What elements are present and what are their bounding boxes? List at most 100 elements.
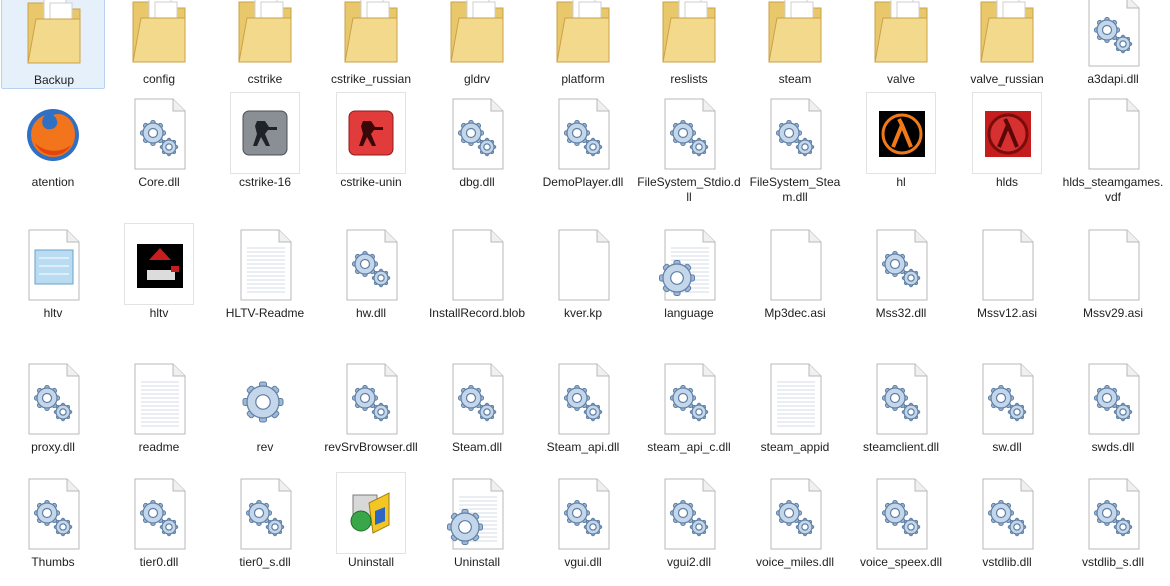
file-item[interactable]: sw.dll (955, 358, 1059, 470)
file-item[interactable]: platform (531, 0, 635, 89)
file-item-label: readme (138, 440, 180, 454)
text-file-icon (127, 360, 191, 436)
file-item[interactable]: hl (849, 92, 953, 205)
file-item[interactable]: Mssv29.asi (1061, 224, 1165, 336)
uninstaller-icon (336, 472, 406, 554)
file-item[interactable]: Mp3dec.asi (743, 224, 847, 336)
file-item[interactable]: cstrike-unin (319, 92, 423, 205)
file-item[interactable]: voice_speex.dll (849, 473, 953, 585)
folder-icon (869, 0, 933, 68)
file-item[interactable]: tier0_s.dll (213, 473, 317, 585)
file-item[interactable]: vgui.dll (531, 473, 635, 585)
file-item[interactable]: hlds (955, 92, 1059, 205)
blank-file-icon (551, 226, 615, 302)
file-item[interactable]: a3dapi.dll (1061, 0, 1165, 89)
file-item[interactable]: config (107, 0, 211, 89)
folder-icon (975, 0, 1039, 68)
dll-gear-icon (127, 475, 191, 551)
file-item-label: FileSystem_Stdio.dll (637, 175, 741, 204)
file-item-label: Core.dll (138, 175, 180, 189)
file-item[interactable]: swds.dll (1061, 358, 1165, 470)
folder-icon (445, 0, 509, 68)
file-item-label: voice_miles.dll (755, 555, 835, 569)
file-item-label: swds.dll (1091, 440, 1135, 454)
file-item[interactable]: steam_appid (743, 358, 847, 470)
file-item[interactable]: cstrike_russian (319, 0, 423, 89)
file-item[interactable]: revSrvBrowser.dll (319, 358, 423, 470)
file-item[interactable]: cstrike (213, 0, 317, 89)
file-item-label: tier0.dll (139, 555, 179, 569)
file-item[interactable]: hlds_steamgames.vdf (1061, 93, 1165, 205)
file-item[interactable]: readme (107, 358, 211, 470)
dll-gear-icon (1081, 475, 1145, 551)
file-item[interactable]: steamclient.dll (849, 358, 953, 470)
file-item-label: language (664, 306, 714, 320)
file-item-label: Mss32.dll (875, 306, 927, 320)
file-item-label: InstallRecord.blob (428, 306, 526, 320)
file-item[interactable]: FileSystem_Steam.dll (743, 93, 847, 205)
file-item[interactable]: steam (743, 0, 847, 89)
file-item[interactable]: Uninstall (319, 472, 423, 585)
file-item[interactable]: vgui2.dll (637, 473, 741, 585)
folder-icon (127, 0, 191, 68)
file-item[interactable]: hltv (107, 223, 211, 336)
dll-gear-icon (21, 475, 85, 551)
folder-icon (657, 0, 721, 68)
file-item[interactable]: Uninstall (425, 473, 529, 585)
dll-gear-icon (975, 360, 1039, 436)
file-item[interactable]: Core.dll (107, 93, 211, 205)
file-item[interactable]: HLTV-Readme (213, 224, 317, 336)
dll-gear-icon (763, 475, 827, 551)
file-item[interactable]: FileSystem_Stdio.dll (637, 93, 741, 205)
file-item[interactable]: gldrv (425, 0, 529, 89)
file-item[interactable]: language (637, 224, 741, 336)
file-item[interactable]: Backup (1, 0, 105, 89)
file-item[interactable]: valve_russian (955, 0, 1059, 89)
dll-gear-icon (763, 95, 827, 171)
file-item[interactable]: proxy.dll (1, 358, 105, 470)
hltv-app-icon (124, 223, 194, 305)
dll-gear-icon (869, 360, 933, 436)
file-item-label: FileSystem_Steam.dll (749, 175, 841, 204)
file-item[interactable]: hltv (1, 224, 105, 336)
file-item[interactable]: Steam_api.dll (531, 358, 635, 470)
file-item[interactable]: rev (213, 358, 317, 470)
half-life-orange-icon (866, 92, 936, 174)
file-item[interactable]: vstdlib_s.dll (1061, 473, 1165, 585)
file-item-label: hlds (995, 175, 1018, 189)
file-item[interactable]: dbg.dll (425, 93, 529, 205)
file-item[interactable]: DemoPlayer.dll (531, 93, 635, 205)
file-item[interactable]: valve (849, 0, 953, 89)
file-item[interactable]: cstrike-16 (213, 92, 317, 205)
blank-file-icon (975, 226, 1039, 302)
file-item[interactable]: Mss32.dll (849, 224, 953, 336)
file-item[interactable]: hw.dll (319, 224, 423, 336)
file-item[interactable]: tier0.dll (107, 473, 211, 585)
dll-gear-icon (1081, 360, 1145, 436)
file-item[interactable]: atention (1, 93, 105, 205)
dll-gear-icon (127, 95, 191, 171)
file-item-label: vstdlib.dll (982, 555, 1032, 569)
file-item[interactable]: reslists (637, 0, 741, 89)
file-item-label: platform (561, 72, 605, 86)
file-item[interactable]: Mssv12.asi (955, 224, 1059, 336)
dll-gear-icon (869, 475, 933, 551)
file-item-label: steam_api_c.dll (647, 440, 731, 454)
file-item[interactable]: steam_api_c.dll (637, 358, 741, 470)
file-item-label: proxy.dll (31, 440, 75, 454)
file-item-label: tier0_s.dll (239, 555, 291, 569)
file-item[interactable]: voice_miles.dll (743, 473, 847, 585)
dll-gear-icon (657, 360, 721, 436)
file-item-label: voice_speex.dll (859, 555, 943, 569)
file-item[interactable]: vstdlib.dll (955, 473, 1059, 585)
file-item[interactable]: InstallRecord.blob (425, 224, 529, 336)
file-item-label: valve (886, 72, 915, 86)
file-icon-grid: Backup config cstrike cstrike_russian gl… (0, 0, 1170, 586)
file-item[interactable]: Steam.dll (425, 358, 529, 470)
file-item[interactable]: Thumbs (1, 473, 105, 585)
file-item-label: vstdlib_s.dll (1081, 555, 1145, 569)
file-item[interactable]: kver.kp (531, 224, 635, 336)
cstrike-gray-icon (230, 92, 300, 174)
file-item-label: Steam_api.dll (546, 440, 620, 454)
text-file-icon (233, 226, 297, 302)
